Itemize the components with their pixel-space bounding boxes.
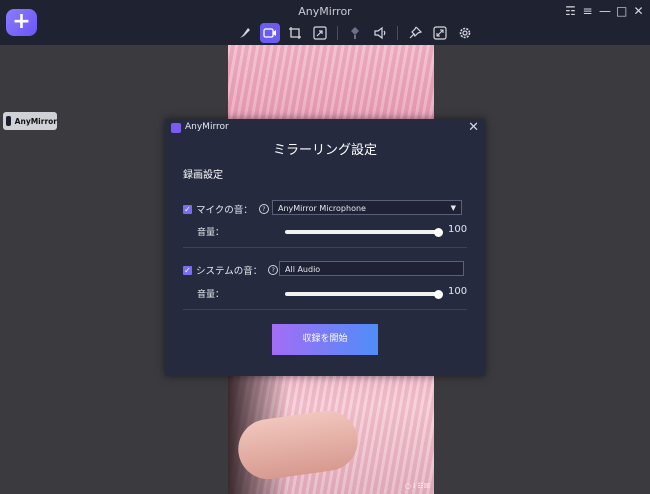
mic-volume-knob[interactable] bbox=[434, 227, 443, 237]
section-title: 録画設定 bbox=[183, 170, 223, 181]
window-controls: ☶ ≡ — □ ✕ bbox=[565, 4, 644, 18]
crop-icon[interactable] bbox=[285, 23, 305, 43]
mic-checkbox[interactable]: ✓ bbox=[183, 204, 192, 214]
mic-volume-slider[interactable] bbox=[285, 230, 439, 234]
system-volume-slider[interactable] bbox=[285, 292, 439, 296]
screenshot-icon[interactable] bbox=[310, 23, 330, 43]
account-icon[interactable]: ☶ bbox=[565, 4, 576, 18]
maximize-button[interactable]: □ bbox=[616, 4, 627, 18]
start-recording-button[interactable]: 収録を開始 bbox=[272, 324, 378, 355]
menu-icon[interactable]: ≡ bbox=[582, 4, 593, 18]
microphone-icon[interactable] bbox=[345, 23, 365, 43]
watermark: ○ I ☷☒ bbox=[404, 482, 430, 490]
toolbar-divider bbox=[397, 26, 398, 40]
dialog-title: ミラーリング設定 bbox=[272, 143, 377, 158]
dialog-close-button[interactable]: ✕ bbox=[468, 120, 479, 135]
mic-help-icon[interactable]: ? bbox=[258, 204, 269, 214]
system-audio-value: All Audio bbox=[285, 265, 321, 274]
record-icon[interactable] bbox=[260, 23, 280, 43]
device-tag[interactable]: AnyMirror bbox=[3, 112, 57, 130]
system-checkbox[interactable]: ✓ bbox=[183, 265, 192, 275]
pin-icon[interactable] bbox=[405, 23, 425, 43]
app-title: AnyMirror bbox=[298, 5, 352, 18]
mic-volume-label: 音量： bbox=[197, 228, 225, 238]
system-audio-field[interactable]: All Audio bbox=[279, 261, 464, 276]
mic-label: マイクの音： bbox=[196, 205, 253, 216]
fullscreen-icon[interactable] bbox=[430, 23, 450, 43]
title-bar: + AnyMirror ☶ ≡ — □ ✕ bbox=[0, 0, 650, 45]
mic-device-select[interactable]: AnyMirror Microphone ▼ bbox=[272, 200, 462, 215]
mic-volume-value: 100 bbox=[448, 224, 468, 235]
system-volume-knob[interactable] bbox=[434, 289, 443, 299]
toolbar-divider bbox=[337, 26, 338, 40]
minimize-button[interactable]: — bbox=[599, 4, 611, 18]
toolbar bbox=[235, 22, 475, 44]
system-row: ✓ システムの音： ? bbox=[183, 263, 279, 277]
settings-icon[interactable] bbox=[455, 23, 475, 43]
speaker-icon[interactable] bbox=[370, 23, 390, 43]
app-logo-icon bbox=[171, 123, 181, 133]
mirroring-settings-dialog: AnyMirror ✕ ミラーリング設定 録画設定 ✓ マイクの音： ? Any… bbox=[165, 119, 485, 376]
chevron-down-icon: ▼ bbox=[450, 204, 456, 212]
dialog-app-name: AnyMirror bbox=[185, 122, 229, 132]
app-logo-icon bbox=[6, 116, 11, 126]
close-button[interactable]: ✕ bbox=[633, 4, 644, 18]
mic-row: ✓ マイクの音： ? bbox=[183, 202, 269, 216]
dialog-header: AnyMirror ✕ bbox=[165, 119, 485, 137]
divider bbox=[183, 309, 467, 310]
divider bbox=[183, 247, 467, 248]
system-volume-value: 100 bbox=[448, 286, 468, 297]
system-volume-label: 音量： bbox=[197, 290, 225, 300]
mic-device-value: AnyMirror Microphone bbox=[278, 204, 366, 213]
brush-icon[interactable] bbox=[235, 23, 255, 43]
system-help-icon[interactable]: ? bbox=[268, 265, 279, 275]
device-tag-label: AnyMirror bbox=[14, 116, 57, 126]
system-label: システムの音： bbox=[196, 266, 263, 277]
